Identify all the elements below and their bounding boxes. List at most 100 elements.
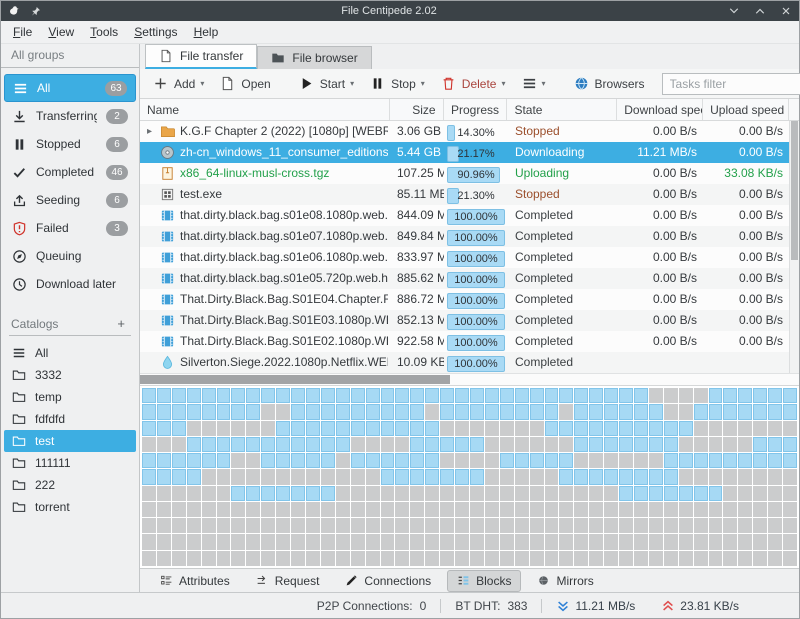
- block-cell: [410, 518, 424, 533]
- catalog-item-test[interactable]: test: [4, 430, 136, 452]
- menu-item-tools[interactable]: Tools: [82, 22, 126, 42]
- column-header-size[interactable]: Size: [390, 99, 444, 120]
- horizontal-scrollbar-thumb[interactable]: [140, 375, 450, 384]
- tab-attributes[interactable]: Attributes: [150, 570, 240, 592]
- table-row[interactable]: Silverton.Siege.2022.1080p.Netflix.WEB-D…: [140, 352, 790, 373]
- horizontal-scrollbar[interactable]: [140, 373, 799, 386]
- catalog-item-3332[interactable]: 3332: [4, 364, 136, 386]
- block-cell: [261, 469, 275, 484]
- open-button[interactable]: Open: [213, 72, 277, 95]
- close-button[interactable]: [780, 5, 792, 17]
- tab-blocks[interactable]: Blocks: [447, 570, 521, 592]
- sidebar-item-stopped[interactable]: Stopped6: [4, 130, 136, 158]
- sidebar-item-download-later[interactable]: Download later: [4, 270, 136, 298]
- block-cell: [276, 421, 290, 436]
- table-row[interactable]: That.Dirty.Black.Bag.S01E04.Chapter.Four…: [140, 289, 790, 310]
- block-cell: [291, 518, 305, 533]
- tab-file-transfer[interactable]: File transfer: [145, 44, 257, 69]
- block-cell: [649, 388, 663, 403]
- sidebar-item-failed[interactable]: Failed3: [4, 214, 136, 242]
- table-row[interactable]: That.Dirty.Black.Bag.S01E03.1080p.WEB.h2…: [140, 310, 790, 331]
- table-row[interactable]: test.exe85.11 MB21.30%Stopped0.00 B/s0.0…: [140, 184, 790, 205]
- minimize-button[interactable]: [728, 5, 740, 17]
- block-cell: [306, 437, 320, 452]
- column-header-upload-speed[interactable]: Upload speed: [703, 99, 789, 120]
- add-catalog-button[interactable]: +: [113, 316, 129, 331]
- delete-button[interactable]: Delete▾: [434, 72, 513, 95]
- block-cell: [545, 421, 559, 436]
- catalog-item-temp[interactable]: temp: [4, 386, 136, 408]
- block-cell: [604, 486, 618, 501]
- tab-connections[interactable]: Connections: [335, 570, 441, 592]
- pause-icon: [12, 137, 27, 152]
- block-cell: [202, 534, 216, 549]
- tasks-filter-input[interactable]: [663, 77, 800, 91]
- more-menu-button[interactable]: ▾: [515, 72, 553, 95]
- menu-item-file[interactable]: File: [5, 22, 40, 42]
- block-cell: [500, 534, 514, 549]
- table-row[interactable]: that.dirty.black.bag.s01e05.720p.web.h26…: [140, 268, 790, 289]
- block-cell: [470, 421, 484, 436]
- dropdown-caret-icon: ▾: [200, 79, 204, 88]
- block-cell: [500, 551, 514, 566]
- column-header-state[interactable]: State: [507, 99, 617, 120]
- sidebar-item-queuing[interactable]: Queuing: [4, 242, 136, 270]
- progress-bar: 100.00%: [447, 272, 505, 288]
- menu-item-view[interactable]: View: [40, 22, 82, 42]
- size-cell: 107.25 MB: [390, 163, 444, 184]
- block-cell: [694, 518, 708, 533]
- tab-mirrors[interactable]: Mirrors: [527, 570, 603, 592]
- block-cell: [738, 502, 752, 517]
- block-cell: [485, 502, 499, 517]
- catalog-label: 3332: [35, 368, 128, 382]
- browsers-button[interactable]: Browsers: [567, 72, 652, 95]
- vertical-scrollbar-thumb[interactable]: [791, 121, 798, 260]
- expand-arrow-icon[interactable]: ▸: [144, 121, 155, 142]
- start-button[interactable]: Start▾: [292, 72, 361, 95]
- catalog-item-torrent[interactable]: torrent: [4, 496, 136, 518]
- block-cell: [276, 518, 290, 533]
- maximize-button[interactable]: [754, 5, 766, 17]
- stop-button[interactable]: Stop▾: [363, 72, 432, 95]
- menu-item-help[interactable]: Help: [186, 22, 227, 42]
- folder-tab-icon: [271, 51, 285, 65]
- vertical-scrollbar[interactable]: [789, 121, 799, 373]
- block-cell: [738, 534, 752, 549]
- sidebar-item-all[interactable]: All63: [4, 74, 136, 102]
- menu-item-settings[interactable]: Settings: [126, 22, 185, 42]
- block-cell: [723, 534, 737, 549]
- table-row[interactable]: zh-cn_windows_11_consumer_editions_upd…5…: [140, 142, 790, 163]
- sidebar-item-transferring[interactable]: Transferring2: [4, 102, 136, 130]
- column-header-download-speed[interactable]: Download speed: [617, 99, 703, 120]
- block-cell: [709, 453, 723, 468]
- block-cell: [679, 502, 693, 517]
- table-row[interactable]: that.dirty.black.bag.s01e06.1080p.web.h2…: [140, 247, 790, 268]
- column-header-progress[interactable]: Progress: [444, 99, 508, 120]
- block-cell: [142, 404, 156, 419]
- block-cell: [276, 404, 290, 419]
- tab-label: File browser: [292, 51, 357, 65]
- block-cell: [694, 551, 708, 566]
- progress-bar: 21.30%: [447, 188, 505, 204]
- add-button[interactable]: Add▾: [146, 72, 211, 95]
- tab-request[interactable]: Request: [246, 570, 330, 592]
- catalog-item-111111[interactable]: 111111: [4, 452, 136, 474]
- sidebar-item-seeding[interactable]: Seeding6: [4, 186, 136, 214]
- table-row[interactable]: that.dirty.black.bag.s01e07.1080p.web.h2…: [140, 226, 790, 247]
- block-cell: [589, 421, 603, 436]
- table-row[interactable]: ▸K.G.F Chapter 2 (2022) [1080p] [WEBRip]…: [140, 121, 790, 142]
- tab-file-browser[interactable]: File browser: [257, 46, 371, 69]
- table-row[interactable]: x86_64-linux-musl-cross.tgz107.25 MB90.9…: [140, 163, 790, 184]
- block-cell: [306, 388, 320, 403]
- download-speed-cell: 0.00 B/s: [618, 310, 704, 331]
- table-row[interactable]: that.dirty.black.bag.s01e08.1080p.web.h2…: [140, 205, 790, 226]
- catalog-item-fdfdfd[interactable]: fdfdfd: [4, 408, 136, 430]
- block-cell: [410, 453, 424, 468]
- sidebar-item-completed[interactable]: Completed46: [4, 158, 136, 186]
- table-row[interactable]: That.Dirty.Black.Bag.S01E02.1080p.WEB.h2…: [140, 331, 790, 352]
- catalog-item-all[interactable]: All: [4, 342, 136, 364]
- column-header-name[interactable]: Name: [140, 99, 390, 120]
- block-cell: [738, 437, 752, 452]
- progress-label: 100.00%: [447, 230, 505, 246]
- catalog-item-222[interactable]: 222: [4, 474, 136, 496]
